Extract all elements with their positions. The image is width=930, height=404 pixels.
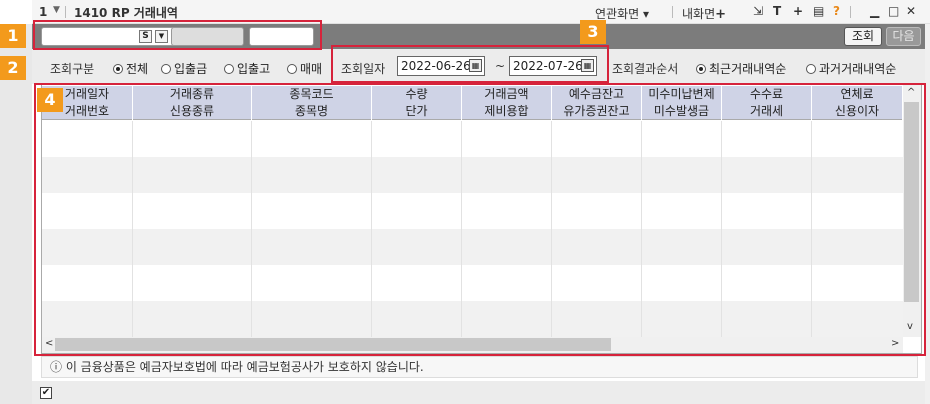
radio-dot <box>696 63 706 74</box>
category-label: 조회구분 <box>50 62 95 76</box>
order-label: 조회결과순서 <box>612 62 679 76</box>
radio-dot <box>224 63 234 74</box>
annotation-badge-4: 4 <box>37 88 63 112</box>
annotation-badge-3: 3 <box>580 20 606 44</box>
minimize-icon[interactable]: ▁ <box>870 4 879 18</box>
print-icon[interactable]: ▤ <box>813 4 824 18</box>
radio-in-out-stock[interactable]: 입출고 <box>224 60 270 77</box>
font-size-icon[interactable]: T <box>773 4 781 18</box>
radio-dot <box>113 63 123 74</box>
maximize-icon[interactable]: □ <box>888 4 899 18</box>
radio-dot <box>806 63 816 74</box>
radio-recent-first[interactable]: 최근거래내역순 <box>696 60 786 77</box>
title-divider <box>65 6 66 18</box>
status-footer: ✔ <box>32 381 925 404</box>
close-icon[interactable]: ✕ <box>906 4 916 18</box>
radio-deposit-withdraw[interactable]: 입출금 <box>161 60 207 77</box>
annotation-badge-1: 1 <box>0 24 26 48</box>
plus-icon[interactable]: + <box>793 4 803 18</box>
radio-trade[interactable]: 매매 <box>287 60 322 77</box>
screen-number: 1 <box>39 5 48 19</box>
my-screen-menu[interactable]: 내화면+ <box>682 5 726 22</box>
highlight-box-4 <box>34 83 926 356</box>
radio-oldest-first[interactable]: 과거거래내역순 <box>806 60 896 77</box>
help-icon[interactable]: ? <box>833 4 840 18</box>
footer-checkbox[interactable]: ✔ <box>40 387 52 399</box>
screen-dropdown-icon[interactable]: ▼ <box>53 5 60 15</box>
control-divider <box>850 6 851 18</box>
radio-all[interactable]: 전체 <box>113 60 148 77</box>
highlight-box-1 <box>33 20 322 50</box>
radio-dot <box>287 63 297 74</box>
deposit-protection-notice: ⓘ 이 금융상품은 예금자보호법에 따라 예금보험공사가 보호하지 않습니다. <box>41 356 918 378</box>
annotation-badge-2: 2 <box>0 56 26 80</box>
highlight-box-3 <box>331 45 609 83</box>
window-title: 1410 RP 거래내역 <box>74 6 178 20</box>
next-button[interactable]: 다음 <box>886 27 921 46</box>
menu-divider <box>672 6 673 18</box>
radio-dot <box>161 63 171 74</box>
left-frame <box>0 24 32 404</box>
link-window-icon[interactable]: ⇲ <box>753 4 763 18</box>
query-button[interactable]: 조회 <box>844 27 882 46</box>
